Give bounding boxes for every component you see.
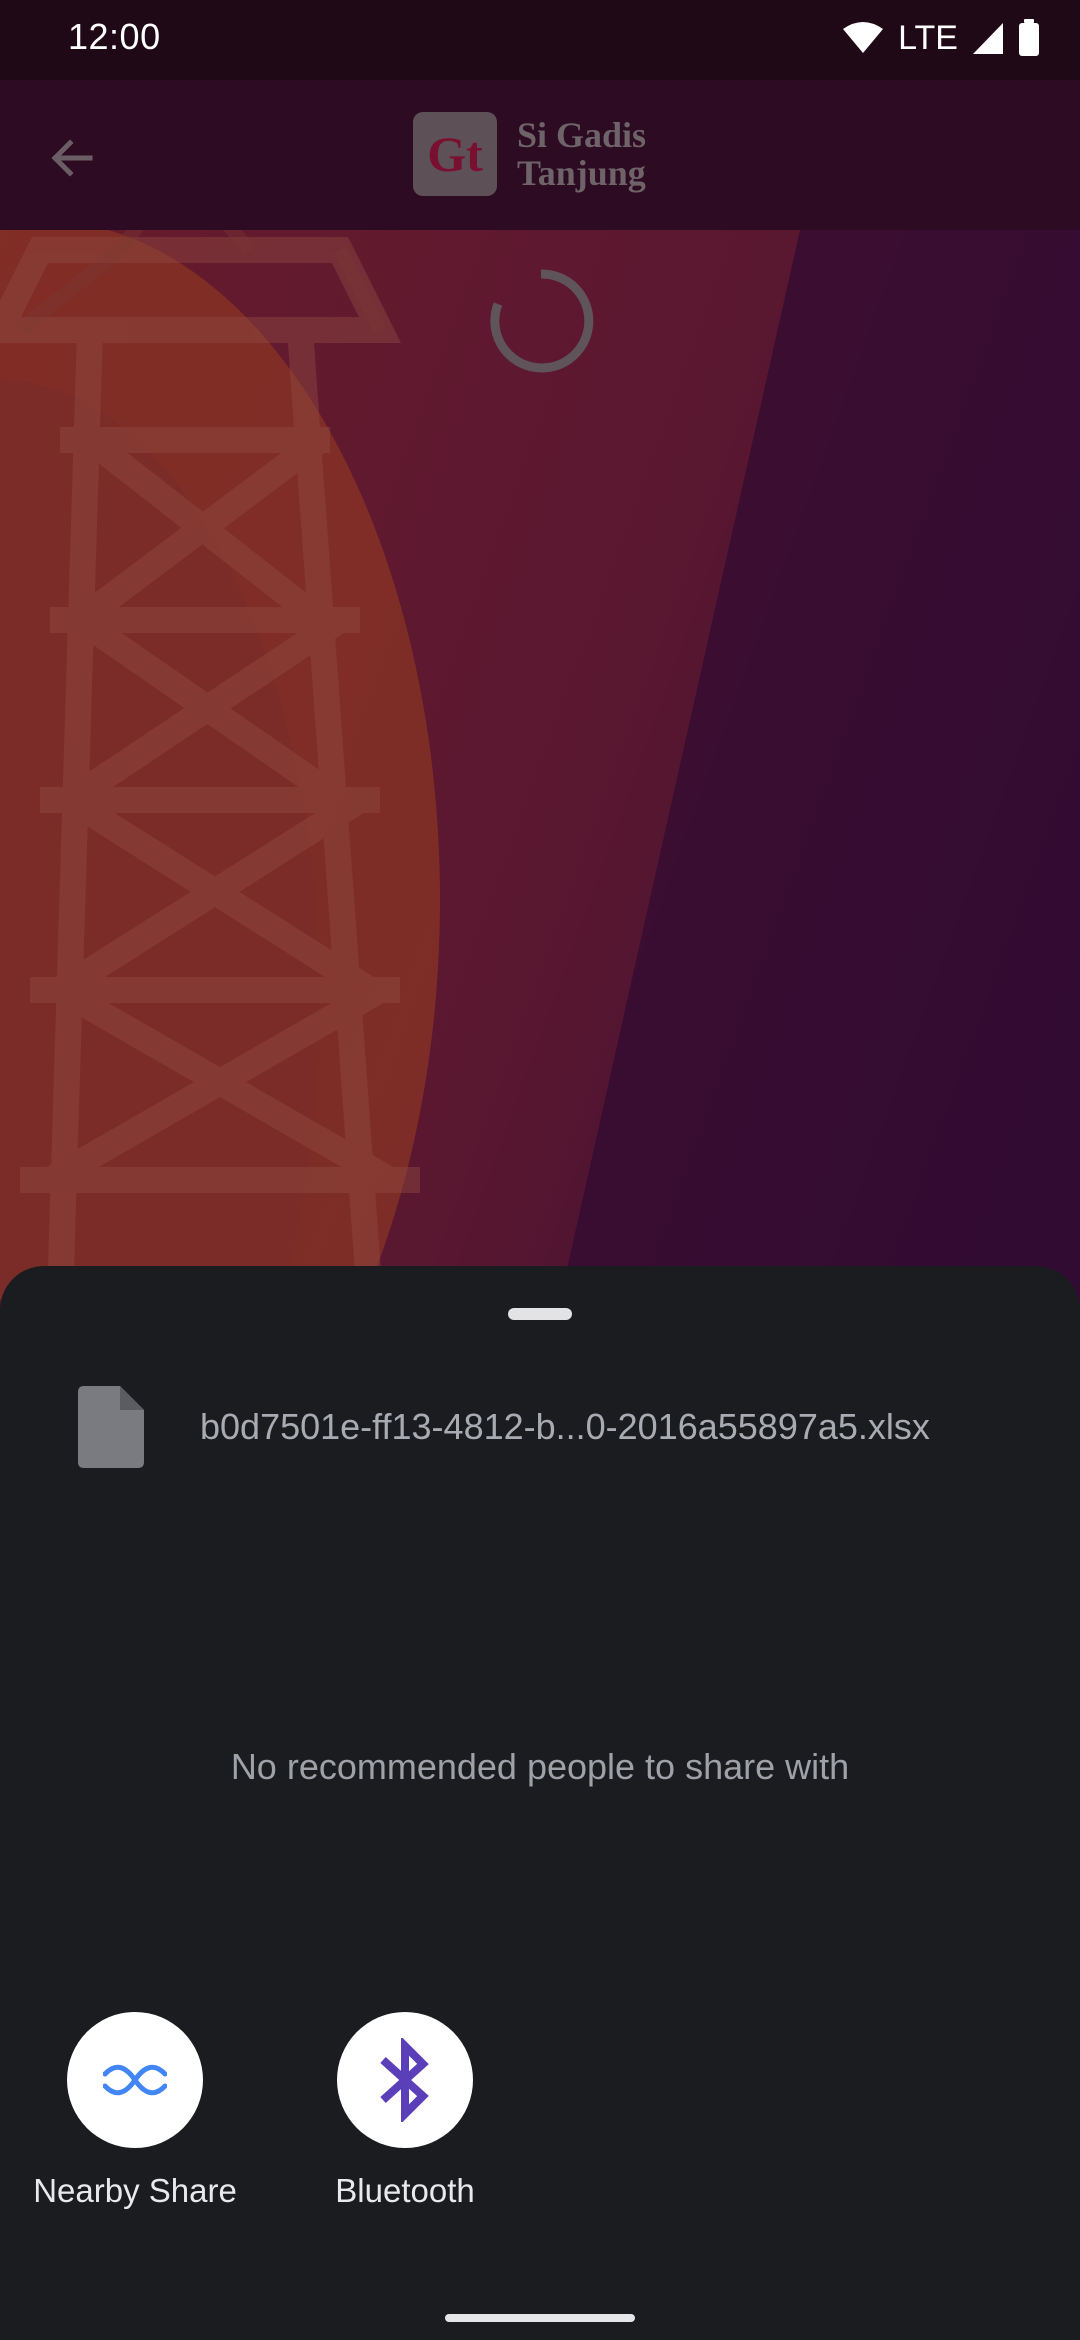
back-button[interactable] (34, 120, 110, 196)
gesture-navigation-bar[interactable] (445, 2314, 635, 2322)
app-toolbar: Gt Si Gadis Tanjung (0, 80, 1080, 230)
bluetooth-label: Bluetooth (335, 2172, 475, 2209)
nearby-share-icon (103, 2064, 167, 2096)
nearby-share-label: Nearby Share (33, 2172, 237, 2209)
network-type: LTE (898, 18, 958, 57)
file-icon (78, 1386, 144, 1468)
nearby-share-target[interactable]: Nearby Share (15, 2012, 255, 2242)
wifi-icon (843, 22, 884, 53)
logo-text: Si Gadis Tanjung (517, 116, 646, 192)
loading-spinner (490, 269, 594, 373)
empty-recommendations-message: No recommended people to share with (230, 1746, 850, 1787)
screen: 12:00 LTE Gt Si Gadis Tanjung b0d7501e-f… (0, 0, 1080, 2340)
cellular-signal-icon (973, 23, 1003, 54)
share-sheet: b0d7501e-ff13-4812-b...0-2016a55897a5.xl… (0, 1266, 1080, 2340)
battery-icon (1019, 19, 1039, 56)
status-icons: LTE (842, 16, 1040, 60)
status-time: 12:00 (68, 16, 161, 57)
logo-line-2: Tanjung (517, 153, 646, 193)
nearby-share-button[interactable] (67, 2012, 203, 2148)
file-name: b0d7501e-ff13-4812-b...0-2016a55897a5.xl… (200, 1406, 930, 1447)
share-targets: Nearby Share Bluetooth (0, 2012, 1080, 2242)
shared-file-row: b0d7501e-ff13-4812-b...0-2016a55897a5.xl… (0, 1366, 1080, 1486)
bluetooth-icon (380, 2038, 429, 2122)
drag-handle[interactable] (508, 1308, 572, 1320)
status-bar: 12:00 LTE (0, 0, 1080, 80)
back-arrow-icon (51, 139, 93, 177)
logo-line-1: Si Gadis (517, 115, 647, 155)
logo-mark: Gt (413, 112, 497, 196)
bluetooth-button[interactable] (337, 2012, 473, 2148)
bluetooth-target[interactable]: Bluetooth (285, 2012, 525, 2242)
app-logo: Gt Si Gadis Tanjung (413, 112, 646, 196)
